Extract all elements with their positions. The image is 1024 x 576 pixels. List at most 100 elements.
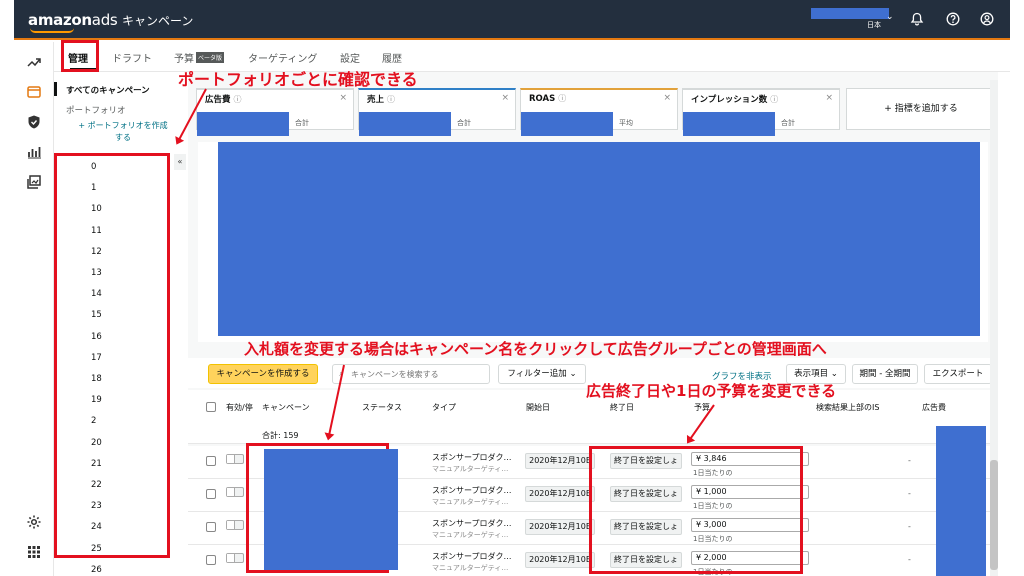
- header-type[interactable]: タイプ: [432, 402, 456, 413]
- remove-metric-icon[interactable]: ×: [501, 93, 509, 103]
- campaign-status-toggle[interactable]: [226, 454, 244, 464]
- tab-drafts[interactable]: ドラフト: [112, 50, 152, 65]
- collapse-sidebar-button[interactable]: «: [174, 154, 186, 170]
- tab-targeting[interactable]: ターゲティング: [248, 50, 317, 65]
- annotation-portfolio-note: ポートフォリオごとに確認できる: [178, 70, 418, 89]
- metric-card[interactable]: ROAS ⓘ × 平均: [520, 88, 678, 136]
- header-campaign[interactable]: キャンペーン: [262, 402, 310, 413]
- trend-chart-icon[interactable]: [26, 54, 42, 70]
- add-filter-button[interactable]: フィルター追加 ⌄: [498, 364, 586, 384]
- campaign-status-toggle[interactable]: [226, 487, 244, 497]
- shield-icon[interactable]: [26, 114, 42, 130]
- left-nav-rail: [14, 42, 54, 576]
- annotation-budget-note: 広告終了日や1日の予算を変更できる: [586, 382, 837, 400]
- tab-settings[interactable]: 設定: [340, 50, 360, 65]
- start-date-field[interactable]: 2020年12月10E: [525, 453, 595, 469]
- campaign-status-toggle[interactable]: [226, 520, 244, 530]
- media-library-icon[interactable]: [26, 174, 42, 190]
- select-all-checkbox[interactable]: [206, 402, 216, 412]
- top-is-value: -: [908, 555, 911, 564]
- remove-metric-icon[interactable]: ×: [339, 93, 347, 103]
- page-scrollbar[interactable]: [990, 80, 998, 576]
- header-status[interactable]: ステータス: [362, 402, 402, 413]
- header-top-of-search-is[interactable]: 検索結果上部のIS: [816, 402, 879, 413]
- all-campaigns-link[interactable]: すべてのキャンペーン: [66, 84, 150, 96]
- add-metric-button[interactable]: + 指標を追加する: [846, 88, 996, 130]
- info-icon: ⓘ: [386, 95, 395, 104]
- page-scrollbar-thumb[interactable]: [990, 460, 998, 570]
- row-checkbox[interactable]: [206, 522, 216, 532]
- header-end-date[interactable]: 終了日: [610, 402, 634, 413]
- create-portfolio-link[interactable]: + ポートフォリオを作成する: [76, 120, 170, 144]
- settings-gear-icon[interactable]: [26, 514, 42, 530]
- metric-value-redacted: [683, 112, 775, 136]
- apps-grid-icon[interactable]: [26, 544, 42, 560]
- campaign-targeting: マニュアルターゲティ…: [432, 564, 509, 572]
- annotation-portfolio-list-highlight: [54, 153, 170, 558]
- annotation-budget-highlight: [589, 446, 803, 574]
- export-button[interactable]: エクスポート: [924, 364, 992, 384]
- metric-value-redacted: [521, 112, 613, 136]
- metric-value-redacted: [359, 112, 451, 136]
- metric-aggregate: 平均: [619, 119, 633, 127]
- start-date-field[interactable]: 2020年12月10E: [525, 552, 595, 568]
- row-checkbox[interactable]: [206, 456, 216, 466]
- start-date-field[interactable]: 2020年12月10E: [525, 519, 595, 535]
- header-status-toggle[interactable]: 有効/停: [226, 402, 253, 413]
- campaign-search: ⌕: [332, 364, 490, 384]
- metric-aggregate: 合計: [781, 119, 795, 127]
- start-date-field[interactable]: 2020年12月10E: [525, 486, 595, 502]
- ads-console: amazonads キャンペーン 日本 ⌄ 管理 ドラフト 予算 ベータ版 ターゲ…: [14, 0, 1010, 576]
- remove-metric-icon[interactable]: ×: [663, 93, 671, 103]
- info-icon: ⓘ: [770, 95, 779, 104]
- bar-chart-icon[interactable]: [26, 144, 42, 160]
- campaign-status-toggle[interactable]: [226, 553, 244, 563]
- amazon-ads-logo[interactable]: amazonads: [28, 11, 118, 33]
- account-name-redacted[interactable]: [811, 8, 889, 19]
- campaign-search-input[interactable]: [351, 368, 487, 381]
- info-icon: ⓘ: [558, 94, 567, 103]
- header-start-date[interactable]: 開始日: [526, 402, 550, 413]
- date-range-button[interactable]: 期間 - 全期間: [852, 364, 918, 384]
- tab-budgets-label: 予算: [174, 54, 194, 65]
- metric-card[interactable]: 売上 ⓘ × 合計: [358, 88, 516, 136]
- portfolio-item[interactable]: 26: [91, 565, 102, 575]
- metric-aggregate: 合計: [295, 119, 309, 127]
- page-title: キャンペーン: [122, 14, 194, 28]
- bell-icon[interactable]: [910, 12, 924, 26]
- header-spend[interactable]: 広告費: [922, 402, 946, 413]
- chart-redacted: [218, 142, 980, 336]
- top-is-value: -: [908, 522, 911, 531]
- annotation-tab-highlight: [61, 40, 99, 72]
- campaign-targeting: マニュアルターゲティ…: [432, 531, 509, 539]
- account-chevron-down-icon[interactable]: ⌄: [886, 12, 894, 22]
- row-checkbox[interactable]: [206, 555, 216, 565]
- tab-budgets[interactable]: 予算 ベータ版: [174, 50, 225, 65]
- metric-card[interactable]: インプレッション数 ⓘ × 合計: [682, 88, 840, 136]
- spend-column-redacted: [936, 426, 986, 576]
- campaign-type: スポンサープロダク…: [432, 519, 512, 528]
- annotation-bid-note: 入札額を変更する場合はキャンペーン名をクリックして広告グループごとの管理画面へ: [244, 340, 827, 358]
- tab-history[interactable]: 履歴: [382, 50, 402, 65]
- metric-name: ROAS ⓘ: [529, 94, 567, 104]
- create-campaign-button[interactable]: キャンペーンを作成する: [208, 364, 318, 384]
- metric-name: 広告費 ⓘ: [205, 95, 242, 105]
- campaign-names-redacted[interactable]: [264, 449, 398, 570]
- top-is-value: -: [908, 456, 911, 465]
- portfolio-heading: ポートフォリオ: [66, 106, 126, 116]
- beta-badge: ベータ版: [196, 52, 225, 63]
- account-marketplace: 日本: [867, 21, 881, 29]
- campaigns-folder-icon[interactable]: [26, 84, 42, 100]
- metric-value-redacted: [197, 112, 289, 136]
- metric-card[interactable]: 広告費 ⓘ × 合計: [196, 88, 354, 136]
- logo-smile-icon: [30, 28, 74, 33]
- help-icon[interactable]: [946, 12, 960, 26]
- account-user-icon[interactable]: [980, 12, 994, 26]
- campaign-targeting: マニュアルターゲティ…: [432, 465, 509, 473]
- row-checkbox[interactable]: [206, 489, 216, 499]
- selected-indicator: [54, 82, 57, 96]
- top-is-value: -: [908, 489, 911, 498]
- remove-metric-icon[interactable]: ×: [825, 93, 833, 103]
- campaign-type: スポンサープロダク…: [432, 552, 512, 561]
- metric-name: インプレッション数 ⓘ: [691, 95, 779, 105]
